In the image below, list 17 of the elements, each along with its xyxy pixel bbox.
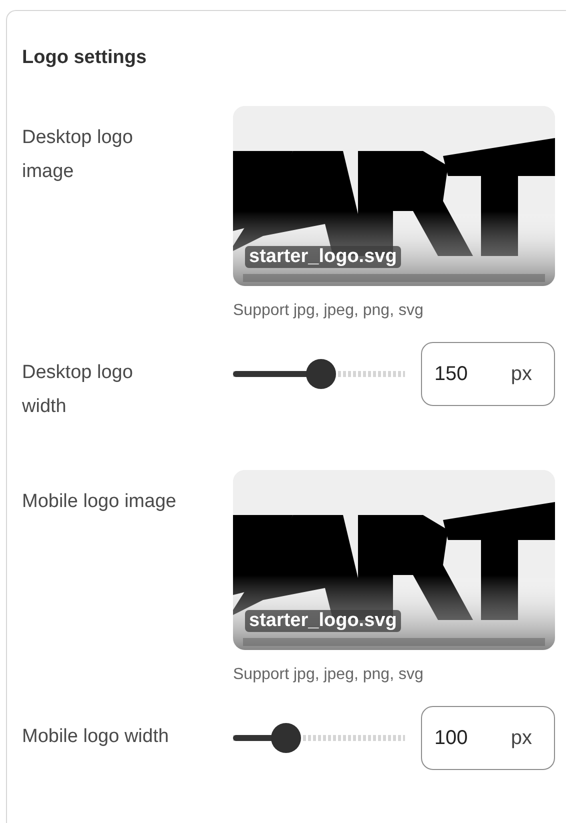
section-title: Logo settings	[22, 47, 148, 69]
unit-label: px	[510, 362, 532, 386]
unit-label: px	[510, 726, 532, 750]
file-name: starter_logo.svg	[245, 610, 401, 632]
field-label: Mobile logo image	[22, 490, 178, 514]
file-name: starter_logo.svg	[245, 246, 401, 268]
width-input[interactable]: 100 px	[421, 706, 555, 770]
field-label: Mobile logo width	[22, 725, 170, 749]
width-input[interactable]: 150 px	[421, 342, 555, 406]
field-label: Desktop logo image	[22, 126, 134, 184]
help-text: Support jpg, jpeg, png, svg	[233, 302, 424, 320]
help-text: Support jpg, jpeg, png, svg	[233, 666, 424, 684]
slider-handle[interactable]	[271, 723, 302, 753]
slider-handle[interactable]	[306, 359, 336, 389]
field-label: Desktop logo width	[22, 361, 134, 419]
width-slider[interactable]	[233, 723, 406, 753]
width-slider[interactable]	[233, 359, 406, 389]
